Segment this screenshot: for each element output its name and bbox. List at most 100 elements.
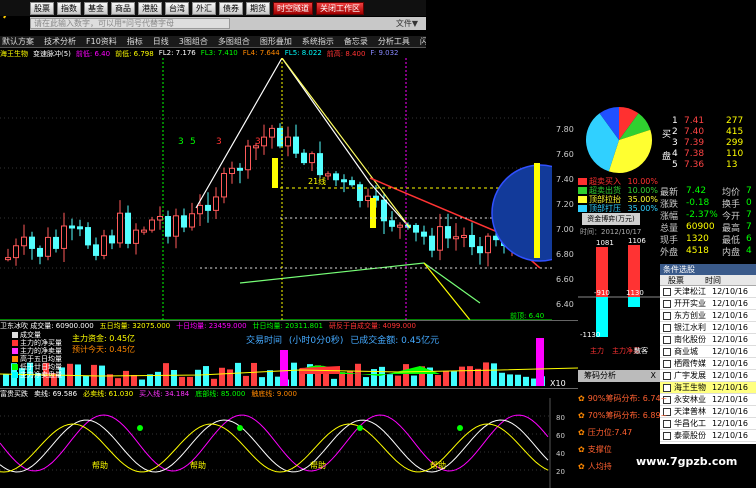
volume-bar [235,362,241,386]
volume-bar [491,363,497,386]
toolbar-button[interactable]: 关闭工作区 [316,1,364,15]
volume-bar [163,363,169,386]
volume-bar [451,371,457,386]
row-checkbox[interactable] [663,383,671,392]
row-checkbox[interactable] [663,311,671,320]
screener-row[interactable]: 泰豪股份 12/10/16 [660,430,756,442]
menu-item[interactable]: 指标 [127,36,143,47]
capital-pie-chart [586,107,652,173]
order-book-row[interactable]: 4 7.38 110 [672,148,756,159]
screener-row[interactable]: 栖霞传媒 12/10/16 [660,358,756,370]
order-book-row[interactable]: 5 7.36 13 [672,159,756,170]
menu-item[interactable]: F10资料 [86,36,117,47]
toolbar-button[interactable]: 债券 [219,1,243,15]
volume-bar [467,366,473,386]
toolbar-button[interactable]: 时空隧道 [273,1,313,15]
menu-item[interactable]: 技术分析 [44,36,76,47]
menu-item[interactable]: 备忘录 [344,36,368,47]
file-menu[interactable]: 文件▼ [396,18,426,29]
candle-body [269,127,275,138]
candle-body [301,152,307,164]
screener-row[interactable]: 银江水利 12/10/16 [660,322,756,334]
volume-legend-item: 主力净卖盘量 [12,371,68,379]
row-checkbox[interactable] [663,335,671,344]
toolbar-button[interactable]: 外汇 [192,1,216,15]
close-icon[interactable]: X [651,370,660,382]
row-checkbox[interactable] [663,371,671,380]
osc-header-item: 必卖线: 61.030 [83,390,134,398]
screener-row[interactable]: 开开实业 12/10/16 [660,298,756,310]
chip-stat-line: ✿ 70%筹码分布: 6.89~ [578,411,668,420]
screener-row[interactable]: 广宇发展 12/10/16 [660,370,756,382]
toolbar-button[interactable]: 基金 [84,1,108,15]
osc-header-item: 底部线: 85.000 [195,390,246,398]
top-right-area [426,0,578,48]
col-stock[interactable]: 股票 [660,275,705,285]
toolbar-button[interactable]: 商品 [111,1,135,15]
col-time[interactable]: 时间 [705,275,721,285]
menu-item[interactable]: 图形叠加 [260,36,292,47]
row-checkbox[interactable] [663,347,671,356]
price-tick: 6.40 [556,300,574,309]
volume-bar [259,377,265,386]
toolbar-button[interactable]: 期货 [246,1,270,15]
capital-bar-chart: 1081 1106-910 1130-1130主力 主力净买散客 [578,237,660,355]
analysis-menu: 默认方案 技术分析 F10资料 指标 日线 3图组合 多图组合 图形叠加 系统指示 备忘录 分析工具… [0,36,486,48]
wave-number: 3 [255,137,261,147]
toolbar-button[interactable]: 股票 [30,1,54,15]
chip-analysis-tab[interactable]: 筹码分析 [578,370,651,382]
screener-row[interactable]: 南化股份 12/10/16 [660,334,756,346]
candle-body [77,226,83,230]
osc-header-item: 富贵买跌 [0,390,28,398]
candle-body [413,224,419,233]
candlestick-chart[interactable]: 21线前顶: 6.4035333 [0,58,552,320]
oscillator-chart[interactable]: 80 60 40 20 帮助 帮助 帮助 帮助 [0,398,578,488]
screener-row[interactable]: 商业城 12/10/16 [660,346,756,358]
menu-item[interactable]: 3图组合 [179,36,208,47]
capital-bar [628,297,640,307]
x10-label[interactable]: X10 [550,379,566,388]
trade-time-title: 交易时间 [246,336,283,346]
toolbar-button[interactable]: 港股 [138,1,162,15]
watermark: www.7gpzb.com [636,455,738,468]
search-input[interactable]: 请在此输入数字，可以用*问号代替字母 [30,18,230,29]
row-checkbox[interactable] [663,323,671,332]
order-book-row[interactable]: 3 7.39 299 [672,137,756,148]
screener-row[interactable]: 东方创业 12/10/16 [660,310,756,322]
screener-row[interactable]: 海王生物 12/10/16 [660,382,756,394]
wave-number: 3 [178,137,184,147]
order-book-row[interactable]: 2 7.40 415 [672,126,756,137]
price-tick: 7.40 [556,175,574,184]
row-checkbox[interactable] [663,431,671,440]
toolbar-button[interactable]: 台湾 [165,1,189,15]
volume-bar [267,370,273,386]
menu-item[interactable]: 系统指示 [302,36,334,47]
row-checkbox[interactable] [663,359,671,368]
menu-item[interactable]: 多图组合 [218,36,250,47]
menu-item[interactable]: 日线 [153,36,169,47]
candle-body [165,215,171,237]
candle-body [13,245,19,259]
screener-row[interactable]: 天津松江 12/10/16 [660,286,756,298]
candle-body [205,204,211,211]
toolbar-button[interactable]: 指数 [57,1,81,15]
volume-bar [379,366,385,386]
candle-body [45,236,51,257]
quote-stat-row: 最新 7.42 均价 7 [660,186,752,198]
order-book-row[interactable]: 1 7.41 277 [672,115,756,126]
row-checkbox[interactable] [663,299,671,308]
menu-item[interactable]: 默认方案 [2,36,34,47]
volume-bar [403,364,409,386]
volume-panel: 卫东冰吹 成交量: 60900.000 五日均量: 32075.000 十日均量… [0,320,578,388]
capital-game-button[interactable]: 资金博弈(万元) [582,213,640,225]
candle-body [445,226,451,239]
screener-row[interactable]: 华昌化工 12/10/16 [660,418,756,430]
screener-row[interactable]: 天津普林 12/10/16 [660,406,756,418]
candle-body [53,236,59,249]
candle-body [229,167,235,174]
row-checkbox[interactable] [663,287,671,296]
menu-item[interactable]: 分析工具 [378,36,410,47]
volume-bar [219,367,225,386]
candle-body [61,225,67,249]
screener-row[interactable]: 永安林业 12/10/16 [660,394,756,406]
